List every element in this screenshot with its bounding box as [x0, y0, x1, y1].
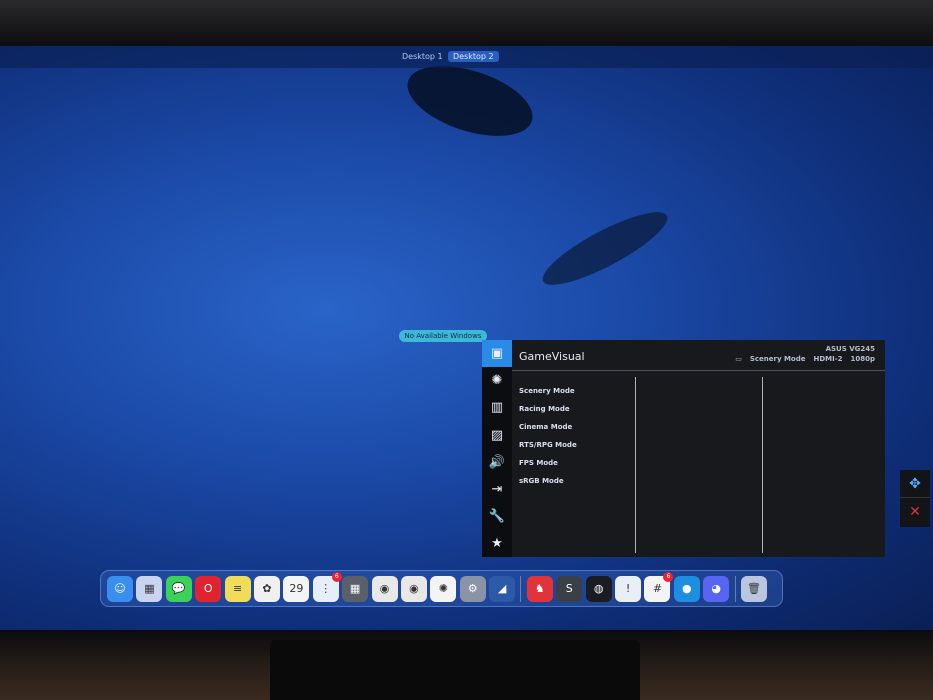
- desktop-2-tab[interactable]: Desktop 2: [448, 51, 499, 62]
- dock-app-1password[interactable]: !: [615, 575, 642, 602]
- notification-badge: 6: [663, 571, 674, 582]
- dock-app-slack[interactable]: #6: [644, 571, 674, 602]
- system-settings-icon: ⚙: [467, 582, 478, 595]
- dock-app-discord[interactable]: ◕: [703, 575, 730, 602]
- discord-icon: ◕: [711, 582, 721, 595]
- dock-app-launchpad[interactable]: ▦: [136, 575, 163, 602]
- slack-icon: #: [652, 582, 663, 595]
- osd-divider: [762, 377, 763, 553]
- opera-icon: O: [203, 582, 213, 595]
- notes-icon: ≡: [232, 582, 243, 595]
- chatgpt-icon: ✺: [438, 582, 448, 595]
- monitor-bezel-top: [0, 0, 933, 48]
- osd-input: HDMI-2: [813, 355, 843, 363]
- input-select-icon[interactable]: ⇥: [482, 476, 512, 503]
- dock-app-finch[interactable]: ●: [673, 575, 700, 602]
- osd-option[interactable]: RTS/RPG Mode: [519, 441, 577, 449]
- dock-app-linear[interactable]: ◍: [585, 575, 612, 602]
- osd-status: ▭ Scenery Mode HDMI-2 1080p: [735, 355, 875, 363]
- trash-icon: 🗑: [747, 582, 761, 595]
- navigate-icon[interactable]: ✥: [900, 470, 930, 498]
- monitor-stand: [270, 640, 640, 700]
- osd-model: ASUS VG245: [825, 345, 875, 353]
- dock-app-chrome-canary[interactable]: ◉: [400, 575, 427, 602]
- dock-app-notes[interactable]: ≡: [224, 575, 251, 602]
- gamevisual-icon[interactable]: ▣: [482, 340, 512, 368]
- osd-header: GameVisual ASUS VG245 ▭ Scenery Mode HDM…: [512, 340, 885, 371]
- notification-badge: 6: [331, 571, 342, 582]
- osd-current-mode: Scenery Mode: [749, 355, 806, 363]
- reminders-icon: ⋮: [320, 582, 332, 595]
- monitor-screen: Desktop 1 Desktop 2 No Available Windows…: [0, 46, 933, 631]
- dock-app-trash[interactable]: 🗑: [740, 575, 767, 602]
- dock: ☺ ▦ 💬 O ≡ ✿ 29 ⋮ 6 ▦ ◉ ◉ ✺ ⚙ ◢ ♞ S ◍! #6 ● ◕ 🗑: [100, 570, 783, 607]
- dock-app-finder[interactable]: ☺: [107, 575, 133, 602]
- close-icon[interactable]: ✕: [900, 498, 930, 526]
- 1password-icon: !: [625, 582, 631, 595]
- dock-app-calendar[interactable]: 29: [283, 575, 310, 602]
- osd-divider: [635, 377, 636, 553]
- dock-app-reminders[interactable]: ⋮ 6: [312, 571, 342, 602]
- chrome-canary-icon: ◉: [409, 582, 419, 595]
- wallpaper-seal: [534, 200, 676, 297]
- osd-option[interactable]: sRGB Mode: [519, 477, 564, 485]
- monitor-osd: ▣ ✺ ▥ ▨ 🔊 ⇥ 🔧 ★ GameVisual ASUS VG245 ▭ …: [482, 340, 885, 557]
- launchpad-icon: ▦: [144, 582, 155, 595]
- mission-control-bar: Desktop 1 Desktop 2: [0, 46, 933, 68]
- dock-separator: [520, 575, 522, 602]
- monitor-icon: ▭: [735, 355, 742, 363]
- dock-app-beekeeper[interactable]: ♞: [526, 575, 553, 602]
- finder-icon: ☺: [114, 582, 126, 595]
- dock-separator: [734, 575, 736, 602]
- photos-icon: ✿: [262, 582, 272, 595]
- messages-icon: 💬: [171, 582, 186, 595]
- image-icon[interactable]: ▨: [482, 422, 512, 449]
- no-windows-label: No Available Windows: [399, 330, 487, 342]
- osd-option[interactable]: Racing Mode: [519, 405, 570, 413]
- osd-option[interactable]: FPS Mode: [519, 459, 558, 467]
- dock-app-photos[interactable]: ✿: [253, 575, 280, 602]
- bluelight-icon[interactable]: ✺: [482, 367, 512, 394]
- dock-app-chatgpt[interactable]: ✺: [430, 575, 457, 602]
- dock-app-calculator[interactable]: ▦: [342, 575, 369, 602]
- osd-sidebar: ▣ ✺ ▥ ▨ 🔊 ⇥ 🔧 ★: [482, 340, 512, 557]
- calculator-icon: ▦: [349, 582, 361, 595]
- osd-resolution: 1080p: [850, 355, 876, 363]
- mysql-workbench-icon: ◢: [497, 582, 507, 595]
- osd-option[interactable]: Cinema Mode: [519, 423, 572, 431]
- sublime-icon: S: [565, 582, 573, 595]
- dock-app-mysql-workbench[interactable]: ◢: [489, 575, 516, 602]
- system-setup-icon[interactable]: 🔧: [482, 503, 512, 530]
- dock-app-messages[interactable]: 💬: [165, 575, 192, 602]
- chrome-icon: ◉: [379, 582, 390, 595]
- dock-app-system-settings[interactable]: ⚙: [459, 575, 486, 602]
- dock-app-opera[interactable]: O: [195, 575, 222, 602]
- calendar-icon: 29: [289, 582, 304, 595]
- finch-icon: ●: [682, 582, 692, 595]
- beekeeper-icon: ♞: [534, 582, 545, 595]
- osd-controls: ✥ ✕: [900, 470, 930, 527]
- dock-app-sublime[interactable]: S: [556, 575, 583, 602]
- color-icon[interactable]: ▥: [482, 394, 512, 421]
- osd-title: GameVisual: [519, 350, 585, 363]
- sound-icon[interactable]: 🔊: [482, 449, 512, 476]
- desktop-1-tab[interactable]: Desktop 1: [397, 51, 448, 62]
- shortcut-icon[interactable]: ★: [482, 530, 512, 557]
- linear-icon: ◍: [593, 582, 604, 595]
- osd-option[interactable]: Scenery Mode: [519, 387, 575, 395]
- dock-app-chrome[interactable]: ◉: [371, 575, 398, 602]
